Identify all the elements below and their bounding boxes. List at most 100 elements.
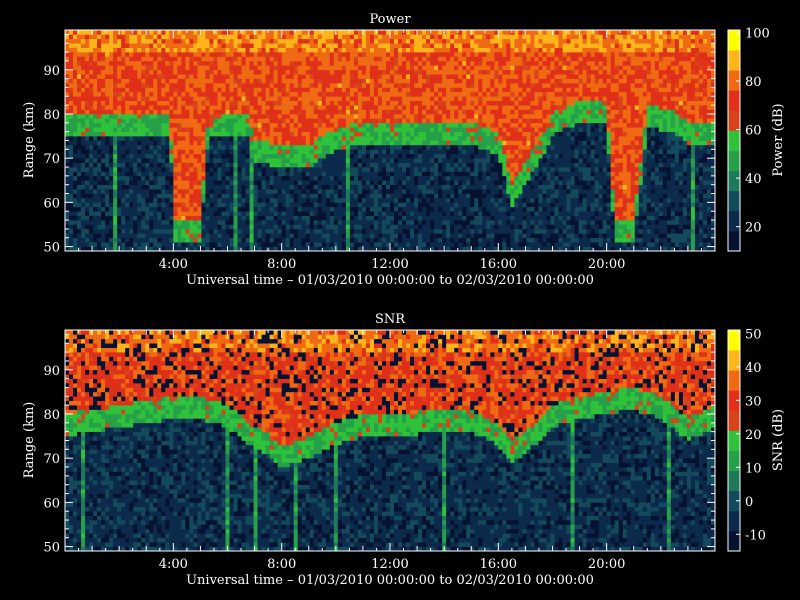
power-heatmap-cell (349, 140, 355, 146)
power-heatmap-cell (189, 113, 194, 119)
power-heatmap-cell (209, 158, 214, 163)
power-heatmap-cell (225, 197, 230, 203)
power-heatmap-cell (285, 215, 290, 221)
power-heatmap-cell (265, 220, 270, 225)
power-heatmap-cell (361, 65, 367, 71)
power-heatmap-cell (165, 180, 170, 185)
power-heatmap-cell (430, 215, 435, 221)
power-heatmap-cell (185, 87, 190, 93)
power-heatmap-cell (193, 109, 198, 115)
power-heatmap-cell (117, 228, 122, 234)
power-heatmap-cell (353, 167, 359, 172)
power-heatmap-cell (442, 153, 447, 159)
power-heatmap-cell (321, 131, 327, 137)
power-heatmap-cell (357, 242, 363, 247)
power-heatmap-cell (285, 144, 290, 150)
power-heatmap-cell (121, 127, 126, 132)
power-heatmap-cell (197, 184, 202, 190)
power-heatmap-cell (406, 136, 411, 141)
power-heatmap-cell (201, 224, 206, 230)
power-heatmap-cell (273, 56, 278, 62)
power-heatmap-cell (125, 113, 130, 119)
power-heatmap-cell (97, 175, 102, 181)
power-heatmap-cell (349, 162, 355, 168)
power-heatmap-cell (273, 38, 278, 44)
power-heatmap-cell (153, 47, 158, 53)
power-heatmap-cell (77, 149, 82, 155)
power-heatmap-cell (257, 197, 262, 203)
power-heatmap-cell (141, 193, 146, 199)
power-heatmap-cell (181, 206, 186, 212)
power-heatmap-cell (317, 65, 323, 71)
power-heatmap-cell (406, 109, 411, 115)
power-heatmap-cell (317, 74, 323, 79)
power-heatmap-cell (353, 34, 359, 40)
power-heatmap-cell (442, 171, 447, 177)
power-heatmap-cell (137, 242, 142, 247)
power-heatmap-cell (197, 122, 202, 128)
power-heatmap-cell (101, 184, 106, 190)
power-heatmap-cell (349, 215, 355, 221)
power-heatmap-cell (117, 83, 122, 88)
power-heatmap-cell (462, 202, 467, 208)
power-heatmap-cell (341, 136, 347, 141)
power-heatmap-cell (201, 87, 206, 93)
power-heatmap-cell (213, 237, 218, 243)
power-heatmap-cell (221, 109, 226, 115)
power-heatmap-cell (121, 149, 126, 155)
power-heatmap-cell (101, 78, 106, 84)
power-heatmap-cell (253, 83, 258, 88)
power-heatmap-cell (97, 83, 102, 88)
power-heatmap-cell (357, 171, 363, 177)
power-heatmap-cell (97, 189, 102, 194)
power-heatmap-cell (77, 162, 82, 168)
power-heatmap-cell (161, 211, 166, 216)
power-heatmap-cell (462, 118, 467, 124)
power-heatmap-cell (377, 206, 383, 212)
power-heatmap-cell (185, 47, 190, 53)
power-heatmap-cell (237, 144, 242, 150)
power-heatmap-cell (145, 47, 150, 53)
power-heatmap-cell (265, 149, 270, 155)
power-heatmap-cell (141, 171, 146, 177)
power-heatmap-cell (281, 175, 286, 181)
power-heatmap-cell (337, 52, 343, 57)
power-heatmap-cell (325, 127, 331, 132)
power-heatmap-cell (281, 131, 286, 137)
power-heatmap-cell (349, 105, 355, 110)
power-heatmap-cell (253, 34, 258, 40)
power-heatmap-cell (201, 233, 206, 239)
power-heatmap-cell (257, 69, 262, 75)
power-heatmap-cell (345, 215, 351, 221)
power-heatmap-cell (365, 96, 371, 102)
power-heatmap-cell (221, 52, 226, 57)
power-heatmap-cell (422, 60, 427, 66)
power-heatmap-cell (193, 131, 198, 137)
power-heatmap-cell (101, 118, 106, 124)
power-heatmap-cell (337, 56, 343, 62)
power-heatmap-cell (273, 60, 278, 66)
power-heatmap-cell (438, 38, 443, 44)
power-heatmap-cell (289, 162, 294, 168)
power-heatmap-cell (410, 34, 415, 40)
power-heatmap-cell (297, 127, 303, 132)
power-heatmap-cell (85, 144, 90, 150)
power-heatmap-cell (205, 140, 210, 146)
power-heatmap-cell (390, 184, 395, 190)
power-heatmap-cell (365, 197, 371, 203)
power-heatmap-cell (273, 215, 278, 221)
power-heatmap-cell (329, 109, 335, 115)
power-heatmap-cell (297, 144, 303, 150)
power-heatmap-cell (193, 52, 198, 57)
power-heatmap-cell (317, 91, 323, 97)
power-heatmap-cell (233, 211, 238, 216)
power-heatmap-cell (225, 140, 230, 146)
power-heatmap-cell (337, 144, 343, 150)
power-heatmap-cell (161, 228, 166, 234)
power-heatmap-cell (173, 140, 178, 146)
power-heatmap-cell (197, 56, 202, 62)
power-heatmap-cell (181, 144, 186, 150)
power-heatmap-cell (390, 215, 395, 221)
power-heatmap-cell (369, 83, 375, 88)
power-heatmap-cell (253, 43, 258, 48)
